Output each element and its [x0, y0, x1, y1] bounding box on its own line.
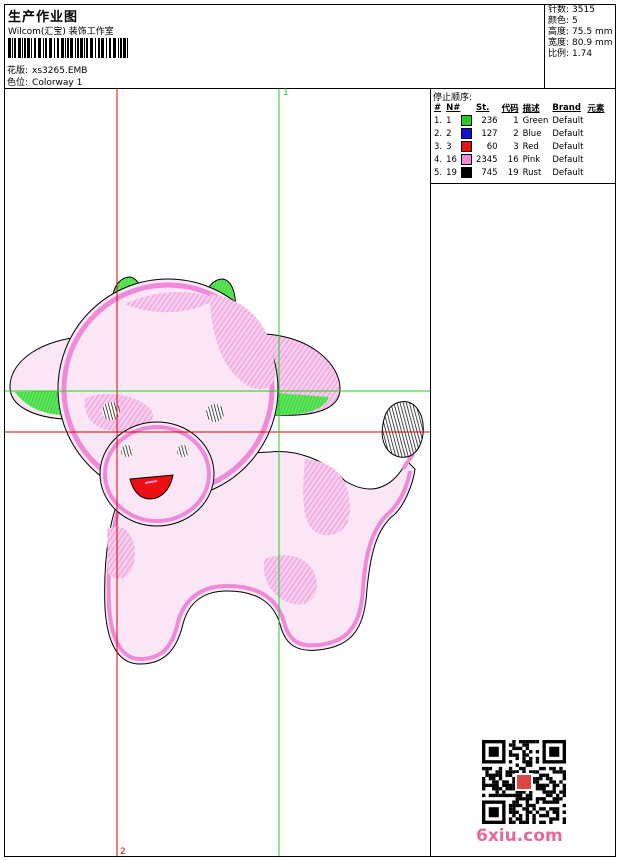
row-needle: 16 — [446, 154, 457, 165]
table-row: 3. 3 60 3 Red Default — [432, 140, 606, 153]
row-brand: Default — [552, 154, 584, 165]
barcode — [8, 38, 128, 58]
green-guide-label: 1 — [283, 88, 289, 98]
colorway-value: Colorway 1 — [32, 78, 83, 88]
row-element — [585, 140, 606, 153]
right-eye — [206, 404, 224, 422]
row-code: 19 — [507, 167, 519, 178]
left-nostril — [121, 445, 133, 457]
row-desc: Pink — [522, 154, 541, 165]
col-index: # — [434, 103, 442, 113]
stop-sequence-table: # N# St. 代码 描述 Brand 元素 1. 1 236 1 Green Defa… — [432, 102, 606, 179]
color-swatch — [460, 128, 472, 139]
stat-colors: 颜色: 5 — [548, 16, 578, 26]
col-desc: 描述 — [522, 104, 540, 114]
col-needle: N# — [446, 103, 461, 113]
body-spot — [303, 459, 350, 536]
row-stitches: 745 — [481, 167, 498, 178]
row-needle: 2 — [446, 128, 452, 139]
stat-scale: 比例: 1.74 — [548, 49, 593, 59]
row-needle: 19 — [446, 167, 457, 178]
col-brand: Brand — [552, 103, 581, 113]
row-desc: Green — [522, 115, 549, 126]
row-code: 1 — [513, 115, 519, 126]
row-element — [585, 127, 606, 140]
studio-name: Wilcom(汇宝) 装饰工作室 — [8, 27, 114, 37]
color-swatch — [460, 154, 472, 165]
stat-stitches: 针数: 3515 — [548, 5, 595, 15]
col-stitches: St. — [475, 103, 490, 113]
row-index: 1. — [434, 115, 443, 126]
table-header-row: # N# St. 代码 描述 Brand 元素 — [432, 102, 606, 114]
stat-height: 高度: 75.5 mm — [548, 27, 613, 37]
stats-block: 针数: 3515 颜色: 5 高度: 75.5 mm 宽度: 80.9 mm 比例: 1.… — [548, 5, 612, 60]
qr-code — [482, 740, 566, 824]
row-code: 16 — [507, 154, 519, 165]
table-row: 4. 16 2345 16 Pink Default — [432, 153, 606, 166]
row-brand: Default — [552, 141, 584, 152]
row-index: 2. — [434, 128, 443, 139]
row-swatch-cell — [459, 114, 474, 127]
design-canvas — [5, 89, 430, 856]
row-brand: Default — [552, 167, 584, 178]
row-index: 3. — [434, 141, 443, 152]
row-index: 4. — [434, 154, 443, 165]
table-row: 2. 2 127 2 Blue Default — [432, 127, 606, 140]
row-code: 2 — [513, 128, 519, 139]
col-element: 元素 — [587, 104, 605, 114]
table-row: 1. 1 236 1 Green Default — [432, 114, 606, 127]
colorway-row: 色位: Colorway 1 — [7, 75, 82, 88]
row-needle: 3 — [446, 141, 452, 152]
row-desc: Red — [522, 141, 539, 152]
stop-table-divider — [430, 183, 616, 184]
stats-divider — [544, 4, 545, 88]
row-desc: Blue — [522, 128, 542, 139]
colorway-label: 色位: — [7, 78, 29, 88]
row-stitches: 127 — [481, 128, 498, 139]
color-swatch — [460, 167, 472, 178]
right-nostril — [177, 445, 189, 457]
color-swatch — [460, 115, 472, 126]
site-logo: 6xiu.com — [476, 826, 563, 846]
row-element — [585, 114, 606, 127]
row-swatch-cell — [459, 140, 474, 153]
row-swatch-cell — [459, 153, 474, 166]
row-element — [585, 166, 606, 179]
row-needle: 1 — [446, 115, 452, 126]
row-swatch-cell — [459, 127, 474, 140]
row-index: 5. — [434, 167, 443, 178]
row-stitches: 60 — [486, 141, 498, 152]
stat-width: 宽度: 80.9 mm — [548, 38, 613, 48]
color-swatch — [460, 141, 472, 152]
row-brand: Default — [552, 128, 584, 139]
row-brand: Default — [552, 115, 584, 126]
row-desc: Rust — [522, 167, 542, 178]
row-stitches: 2345 — [475, 154, 498, 165]
row-element — [585, 153, 606, 166]
row-code: 3 — [513, 141, 519, 152]
tail-tuft — [381, 401, 424, 458]
red-guide-label: 2 — [120, 847, 126, 857]
col-code: 代码 — [501, 104, 519, 114]
panel-divider — [430, 88, 431, 857]
row-stitches: 236 — [481, 115, 498, 126]
row-swatch-cell — [459, 166, 474, 179]
sheet-title: 生产作业图 — [8, 10, 79, 25]
table-row: 5. 19 745 19 Rust Default — [432, 166, 606, 179]
